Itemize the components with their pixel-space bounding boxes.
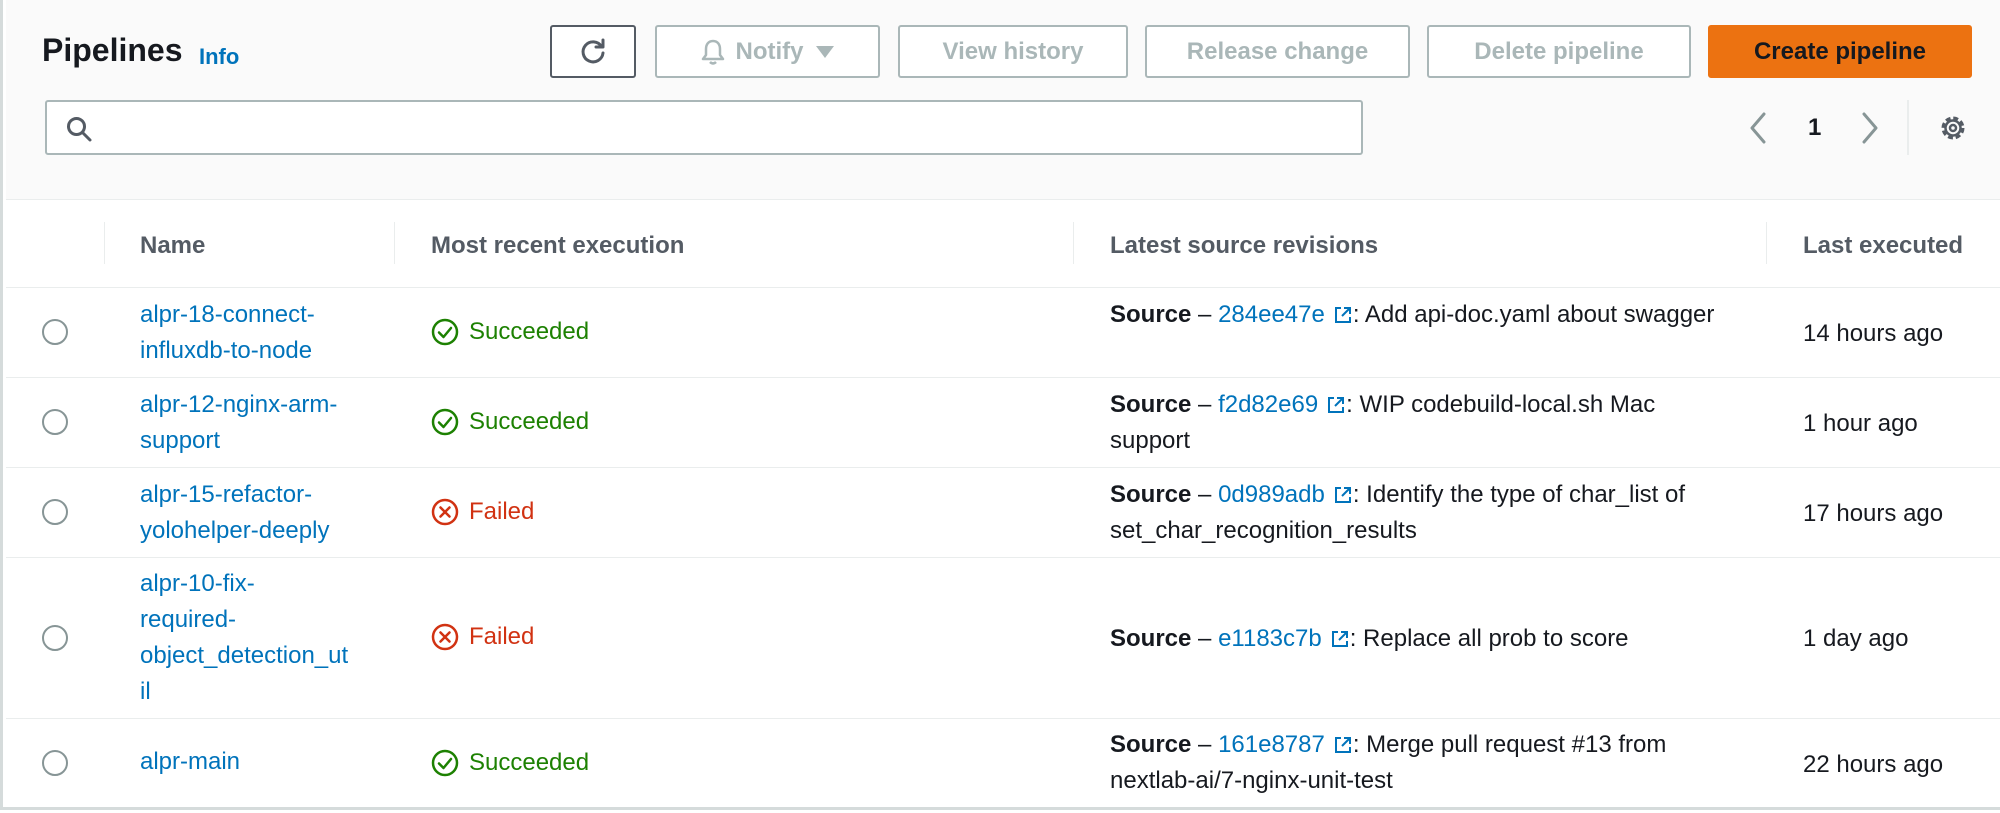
row-select-radio[interactable] bbox=[42, 409, 68, 435]
notify-label: Notify bbox=[735, 37, 804, 65]
execution-status: Succeeded bbox=[431, 408, 589, 436]
external-link-icon bbox=[1334, 487, 1351, 503]
source-revision: Source – 0d989adb: Identify the type of … bbox=[1110, 477, 1730, 549]
table-row: alpr-12-nginx-arm-support Succeeded Sour… bbox=[6, 378, 2000, 468]
pipeline-name-link[interactable]: alpr-18-connect-influxdb-to-node bbox=[140, 297, 370, 369]
last-executed: 14 hours ago bbox=[1803, 320, 1944, 347]
commit-link[interactable]: e1183c7b bbox=[1218, 625, 1350, 652]
row-select-radio[interactable] bbox=[42, 319, 68, 345]
source-revision: Source – 284ee47e : Add api-doc.yaml abou… bbox=[1110, 297, 1730, 333]
source-separator: – bbox=[1191, 625, 1219, 652]
source-label: Source bbox=[1110, 391, 1192, 418]
pipeline-name-link[interactable]: alpr-15-refactor-yolohelper-deeply bbox=[140, 477, 370, 549]
status-label: Succeeded bbox=[469, 318, 590, 345]
column-separator bbox=[104, 222, 105, 264]
pipeline-name-link[interactable]: alpr-10-fix-required-object_detection_ut… bbox=[140, 566, 350, 710]
x-circle-icon bbox=[431, 623, 459, 651]
source-separator: – bbox=[1191, 481, 1219, 508]
table-row: alpr-10-fix-required-object_detection_ut… bbox=[6, 558, 2000, 719]
source-label: Source bbox=[1110, 625, 1192, 652]
commit-link[interactable]: 161e8787 bbox=[1218, 731, 1353, 758]
commit-id: e1183c7b bbox=[1218, 625, 1322, 652]
search-input[interactable] bbox=[111, 110, 1351, 146]
refresh-icon bbox=[581, 38, 605, 63]
view-history-button[interactable]: View history bbox=[898, 25, 1128, 78]
caret-down-icon bbox=[815, 45, 834, 58]
commit-message: : Replace all prob to score bbox=[1349, 625, 1629, 652]
column-separator bbox=[1073, 222, 1074, 264]
pager-divider bbox=[1907, 100, 1909, 155]
gear-icon[interactable] bbox=[1937, 112, 1969, 144]
source-revision: Source – 161e8787: Merge pull request #1… bbox=[1110, 727, 1750, 799]
commit-link[interactable]: 0d989adb bbox=[1218, 481, 1353, 508]
column-separator bbox=[1766, 222, 1767, 264]
check-circle-icon bbox=[431, 749, 459, 777]
refresh-button[interactable] bbox=[550, 25, 636, 78]
x-circle-icon bbox=[431, 498, 459, 526]
source-revision: Source – e1183c7b : Replace all prob to s… bbox=[1110, 621, 1730, 657]
status-label: Failed bbox=[469, 498, 535, 525]
search-icon bbox=[67, 117, 92, 142]
last-executed: 1 hour ago bbox=[1803, 410, 1918, 437]
current-page-number[interactable]: 1 bbox=[1808, 114, 1821, 142]
column-header-source[interactable]: Latest source revisions bbox=[1110, 232, 1378, 260]
source-separator: – bbox=[1191, 391, 1219, 418]
execution-status: Failed bbox=[431, 498, 534, 526]
source-separator: – bbox=[1191, 731, 1219, 758]
status-label: Succeeded bbox=[469, 408, 590, 435]
commit-link[interactable]: 284ee47e bbox=[1218, 301, 1353, 328]
pipeline-name-link[interactable]: alpr-12-nginx-arm-support bbox=[140, 387, 370, 459]
external-link-icon bbox=[1328, 397, 1345, 413]
commit-id: f2d82e69 bbox=[1218, 391, 1319, 418]
delete-pipeline-button[interactable]: Delete pipeline bbox=[1427, 25, 1691, 78]
check-circle-icon bbox=[431, 408, 459, 436]
commit-id: 161e8787 bbox=[1218, 731, 1325, 758]
status-label: Failed bbox=[469, 623, 535, 650]
search-box[interactable] bbox=[45, 100, 1363, 155]
source-separator: – bbox=[1191, 301, 1219, 328]
chevron-left-icon[interactable] bbox=[1746, 110, 1770, 146]
source-revision: Source – f2d82e69: WIP codebuild-local.s… bbox=[1110, 387, 1730, 459]
status-label: Succeeded bbox=[469, 749, 590, 776]
panel-header: Pipelines Info Notify View history Relea… bbox=[6, 0, 2000, 200]
external-link-icon bbox=[1334, 307, 1351, 323]
info-link[interactable]: Info bbox=[199, 44, 239, 70]
execution-status: Succeeded bbox=[431, 318, 589, 346]
external-link-icon bbox=[1331, 631, 1348, 647]
commit-link[interactable]: f2d82e69 bbox=[1218, 391, 1346, 418]
commit-id: 284ee47e bbox=[1218, 301, 1325, 328]
column-header-name[interactable]: Name bbox=[140, 232, 205, 260]
chevron-right-icon[interactable] bbox=[1858, 110, 1882, 146]
table-row: alpr-15-refactor-yolohelper-deeply Faile… bbox=[6, 468, 2000, 558]
column-separator bbox=[394, 222, 395, 264]
pipelines-panel: Pipelines Info Notify View history Relea… bbox=[0, 0, 2000, 810]
table-row: alpr-18-connect-influxdb-to-node Succeed… bbox=[6, 288, 2000, 378]
execution-status: Succeeded bbox=[431, 749, 589, 777]
commit-message: : Add api-doc.yaml about swagger bbox=[1352, 301, 1715, 328]
table-header: Name Most recent execution Latest source… bbox=[6, 200, 2000, 288]
release-change-button[interactable]: Release change bbox=[1145, 25, 1410, 78]
row-select-radio[interactable] bbox=[42, 750, 68, 776]
column-header-last-executed[interactable]: Last executed bbox=[1803, 232, 1963, 260]
pipeline-name-link[interactable]: alpr-main bbox=[140, 744, 370, 780]
last-executed: 1 day ago bbox=[1803, 625, 1909, 652]
table-row: alpr-main Succeeded Source – 161e8787: M… bbox=[6, 719, 2000, 807]
page-title: Pipelines bbox=[42, 32, 183, 68]
source-label: Source bbox=[1110, 481, 1192, 508]
row-select-radio[interactable] bbox=[42, 625, 68, 651]
source-label: Source bbox=[1110, 731, 1192, 758]
execution-status: Failed bbox=[431, 623, 534, 651]
last-executed: 17 hours ago bbox=[1803, 500, 1944, 527]
row-select-radio[interactable] bbox=[42, 499, 68, 525]
column-header-execution[interactable]: Most recent execution bbox=[431, 232, 684, 260]
external-link-icon bbox=[1334, 737, 1351, 753]
check-circle-icon bbox=[431, 318, 459, 346]
commit-id: 0d989adb bbox=[1218, 481, 1325, 508]
notify-button[interactable]: Notify bbox=[655, 25, 880, 78]
create-pipeline-button[interactable]: Create pipeline bbox=[1708, 25, 1972, 78]
last-executed: 22 hours ago bbox=[1803, 751, 1944, 778]
bell-icon bbox=[701, 39, 724, 65]
source-label: Source bbox=[1110, 301, 1192, 328]
